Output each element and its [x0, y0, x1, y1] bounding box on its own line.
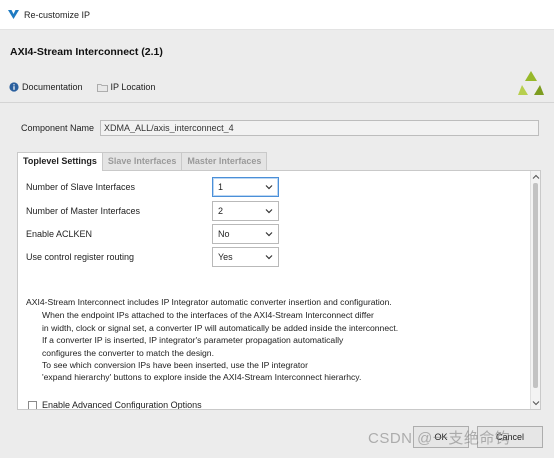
ip-header: AXI4-Stream Interconnect (2.1) Documenta… — [0, 31, 554, 101]
xilinx-logo-icon — [518, 71, 544, 95]
scroll-up-icon[interactable] — [532, 174, 540, 180]
title-bar: Re-customize IP — [0, 0, 554, 30]
ip-title: AXI4-Stream Interconnect (2.1) — [10, 46, 163, 58]
master-interfaces-select[interactable]: 2 — [212, 201, 279, 221]
control-register-routing-label: Use control register routing — [26, 252, 135, 262]
slave-interfaces-value: 1 — [218, 182, 224, 192]
enable-aclken-select[interactable]: No — [212, 224, 279, 244]
component-name-field[interactable] — [100, 120, 540, 136]
header-divider — [0, 102, 554, 103]
enable-aclken-value: No — [218, 229, 230, 239]
description-line: 'expand hierarchy' buttons to explore in… — [42, 372, 362, 383]
slave-interfaces-label: Number of Slave Interfaces — [26, 182, 136, 192]
description-line: When the endpoint IPs attached to the in… — [42, 310, 374, 321]
description-text: AXI4-Stream Interconnect includes IP Int… — [26, 296, 526, 384]
description-line: If a converter IP is inserted, IP integr… — [42, 335, 344, 346]
ip-location-link[interactable]: IP Location — [96, 82, 156, 92]
scroll-down-icon[interactable] — [532, 400, 540, 406]
folder-icon — [96, 83, 108, 92]
ip-location-label: IP Location — [110, 82, 156, 92]
description-line: in width, clock or signal set, a convert… — [42, 322, 399, 333]
info-icon — [9, 82, 19, 92]
chevron-down-icon — [265, 255, 273, 260]
master-interfaces-value: 2 — [218, 206, 224, 216]
tab-bar: Toplevel Settings Slave Interfaces Maste… — [17, 152, 268, 171]
master-interfaces-label: Number of Master Interfaces — [26, 206, 141, 216]
csdn-watermark: CSDN @一支绝命钩 — [368, 430, 511, 447]
description-line: configures the converter to match the de… — [42, 347, 214, 358]
enable-aclken-label: Enable ACLKEN — [26, 229, 93, 239]
tab-master-interfaces[interactable]: Master Interfaces — [181, 152, 268, 170]
tab-toplevel-settings[interactable]: Toplevel Settings — [17, 152, 103, 171]
advanced-options-label: Enable Advanced Configuration Options — [42, 400, 202, 410]
control-register-routing-value: Yes — [218, 252, 233, 262]
toplevel-settings-panel: Number of Slave Interfaces 1 Number of M… — [17, 170, 541, 410]
scrollbar-thumb[interactable] — [533, 183, 538, 388]
chevron-down-icon — [265, 209, 273, 214]
window-title: Re-customize IP — [24, 10, 91, 20]
chevron-down-icon — [265, 185, 273, 190]
documentation-label: Documentation — [22, 82, 83, 92]
vivado-app-icon — [8, 10, 19, 19]
panel-scrollbar[interactable] — [530, 171, 540, 409]
advanced-options-checkbox[interactable] — [28, 400, 37, 409]
documentation-link[interactable]: Documentation — [9, 82, 83, 92]
component-name-row: Component Name — [21, 120, 540, 136]
component-name-label: Component Name — [21, 123, 95, 133]
control-register-routing-select[interactable]: Yes — [212, 247, 279, 267]
window-close-button[interactable] — [514, 0, 554, 30]
chevron-down-icon — [265, 232, 273, 237]
description-line: To see which conversion IPs have been in… — [42, 360, 308, 371]
description-first-line: AXI4-Stream Interconnect includes IP Int… — [26, 297, 392, 307]
tab-slave-interfaces[interactable]: Slave Interfaces — [101, 152, 183, 170]
advanced-options-checkbox-row[interactable]: Enable Advanced Configuration Options — [28, 400, 202, 410]
slave-interfaces-select[interactable]: 1 — [212, 177, 279, 197]
header-links: Documentation IP Location — [9, 82, 155, 92]
